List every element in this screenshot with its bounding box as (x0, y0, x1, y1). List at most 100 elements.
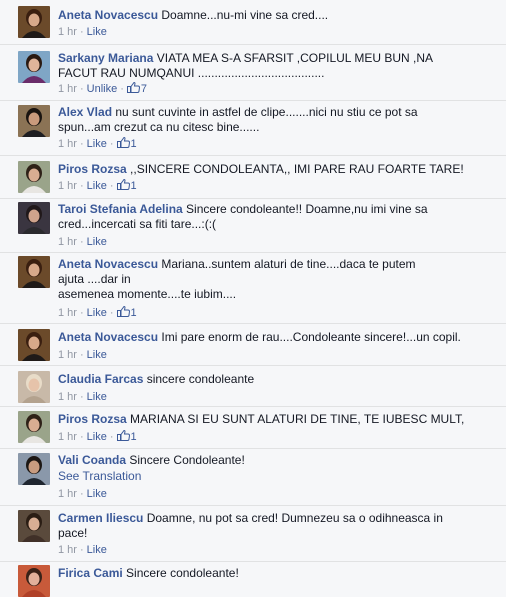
comment-meta: 1 hr · Like · 1 (58, 179, 137, 193)
see-translation-link[interactable]: See Translation (58, 469, 141, 484)
comment-meta: 1 hr · Like (58, 543, 107, 557)
comment-timestamp[interactable]: 1 hr (58, 307, 77, 319)
comment-meta: 1 hr · Like (58, 348, 107, 362)
avatar[interactable] (18, 105, 50, 137)
comment-author-link[interactable]: Aneta Novacescu (58, 330, 158, 344)
separator-dot: · (79, 180, 84, 192)
comment: Piros Rozsa ,,SINCERE CONDOLEANTA,, IMI … (0, 155, 506, 198)
comment-timestamp[interactable]: 1 hr (58, 431, 77, 443)
comment-author-link[interactable]: Alex Vlad (58, 105, 112, 119)
like-count-number: 1 (130, 180, 137, 192)
separator-dot: · (79, 236, 84, 248)
comment-timestamp[interactable]: 1 hr (58, 236, 77, 248)
like-button[interactable]: Like (87, 26, 107, 38)
like-button[interactable]: Like (87, 236, 107, 248)
comment-text: Doamne...nu-mi vine sa cred.... (161, 8, 329, 22)
avatar[interactable] (18, 510, 50, 542)
comment-list: Aneta Novacescu Doamne...nu-mi vine sa c… (0, 0, 506, 597)
comment-timestamp[interactable]: 1 hr (58, 544, 77, 556)
avatar[interactable] (18, 51, 50, 83)
thumbs-up-icon (116, 137, 131, 150)
like-count-number: 1 (130, 138, 137, 150)
comment-author-link[interactable]: Vali Coanda (58, 453, 126, 467)
comment-text: Sincere condoleante! (126, 566, 239, 580)
like-count[interactable]: 1 (116, 430, 137, 443)
like-count[interactable]: 1 (116, 137, 137, 150)
comment-author-link[interactable]: Piros Rozsa (58, 412, 127, 426)
like-count-number: 7 (140, 83, 148, 95)
comment-body: Aneta Novacescu Doamne...nu-mi vine sa c… (58, 8, 496, 23)
comment-body: Vali Coanda Sincere Condoleante! (58, 453, 496, 468)
comment: Aneta Novacescu Mariana..suntem alaturi … (0, 252, 506, 323)
comment: Aneta Novacescu Doamne...nu-mi vine sa c… (0, 0, 506, 44)
separator-dot: · (79, 431, 84, 443)
thumbs-up-icon (116, 430, 131, 443)
separator-dot: · (109, 180, 114, 192)
like-button[interactable]: Like (87, 180, 107, 192)
comment-timestamp[interactable]: 1 hr (58, 138, 77, 150)
like-count[interactable]: 1 (116, 179, 137, 192)
comment-author-link[interactable]: Taroi Stefania Adelina (58, 202, 183, 216)
like-count[interactable]: 7 (126, 82, 148, 95)
avatar[interactable] (18, 6, 50, 38)
comment: Aneta Novacescu Imi pare enorm de rau...… (0, 323, 506, 365)
like-button[interactable]: Like (87, 138, 107, 150)
comment: Firica Cami Sincere condoleante! (0, 561, 506, 597)
like-button[interactable]: Like (87, 391, 107, 403)
comment-text: sincere condoleante (146, 372, 255, 386)
comment-timestamp[interactable]: 1 hr (58, 83, 77, 95)
thumbs-up-icon (116, 179, 131, 192)
comment-author-link[interactable]: Carmen Iliescu (58, 511, 143, 525)
comment-body: Piros Rozsa ,,SINCERE CONDOLEANTA,, IMI … (58, 162, 496, 177)
comment-text: ,,SINCERE CONDOLEANTA,, IMI PARE RAU FOA… (130, 162, 464, 176)
comment-body: Piros Rozsa MARIANA SI EU SUNT ALATURI D… (58, 412, 496, 427)
comment-author-link[interactable]: Sarkany Mariana (58, 51, 153, 65)
comment-meta: 1 hr · Like (58, 235, 107, 249)
separator-dot: · (79, 488, 84, 500)
avatar[interactable] (18, 256, 50, 288)
comment-body: Aneta Novacescu Mariana..suntem alaturi … (58, 257, 496, 302)
comment-meta: 1 hr · Like (58, 25, 107, 39)
comment-meta: 1 hr · Like · 1 (58, 137, 137, 151)
comment-body: Alex Vlad nu sunt cuvinte in astfel de c… (58, 105, 496, 135)
avatar[interactable] (18, 371, 50, 403)
comment-author-link[interactable]: Piros Rozsa (58, 162, 127, 176)
separator-dot: · (79, 391, 84, 403)
like-button[interactable]: Like (87, 431, 107, 443)
comment-timestamp[interactable]: 1 hr (58, 349, 77, 361)
separator-dot: · (79, 307, 84, 319)
comment: Taroi Stefania Adelina Sincere condolean… (0, 198, 506, 252)
comment-meta: 1 hr · Like (58, 487, 107, 501)
comment-meta: 1 hr · Unlike · 7 (58, 82, 147, 96)
separator-dot: · (79, 544, 84, 556)
comment-author-link[interactable]: Claudia Farcas (58, 372, 143, 386)
unlike-button[interactable]: Unlike (87, 83, 118, 95)
like-button[interactable]: Like (87, 349, 107, 361)
comment-author-link[interactable]: Firica Cami (58, 566, 123, 580)
comment-timestamp[interactable]: 1 hr (58, 180, 77, 192)
comment-timestamp[interactable]: 1 hr (58, 26, 77, 38)
comment: Carmen Iliescu Doamne, nu pot sa cred! D… (0, 505, 506, 561)
avatar[interactable] (18, 161, 50, 193)
comment-text: Sincere Condoleante! (129, 453, 245, 467)
comment-meta: 1 hr · Like · 1 (58, 430, 137, 444)
avatar[interactable] (18, 565, 50, 597)
avatar[interactable] (18, 411, 50, 443)
avatar[interactable] (18, 453, 50, 485)
like-button[interactable]: Like (87, 544, 107, 556)
separator-dot: · (79, 26, 84, 38)
comment-author-link[interactable]: Aneta Novacescu (58, 8, 158, 22)
comment: Claudia Farcas sincere condoleante 1 hr · L… (0, 365, 506, 406)
comment-body: Claudia Farcas sincere condoleante (58, 372, 496, 387)
like-count[interactable]: 1 (116, 306, 137, 319)
like-button[interactable]: Like (87, 307, 107, 319)
comment-timestamp[interactable]: 1 hr (58, 391, 77, 403)
comment-author-link[interactable]: Aneta Novacescu (58, 257, 158, 271)
like-button[interactable]: Like (87, 488, 107, 500)
comment-timestamp[interactable]: 1 hr (58, 488, 77, 500)
comment: Vali Coanda Sincere Condoleante! See Tran… (0, 448, 506, 505)
avatar[interactable] (18, 329, 50, 361)
separator-dot: · (79, 83, 84, 95)
avatar[interactable] (18, 202, 50, 234)
comment: Sarkany Mariana VIATA MEA S-A SFARSIT ,C… (0, 44, 506, 100)
